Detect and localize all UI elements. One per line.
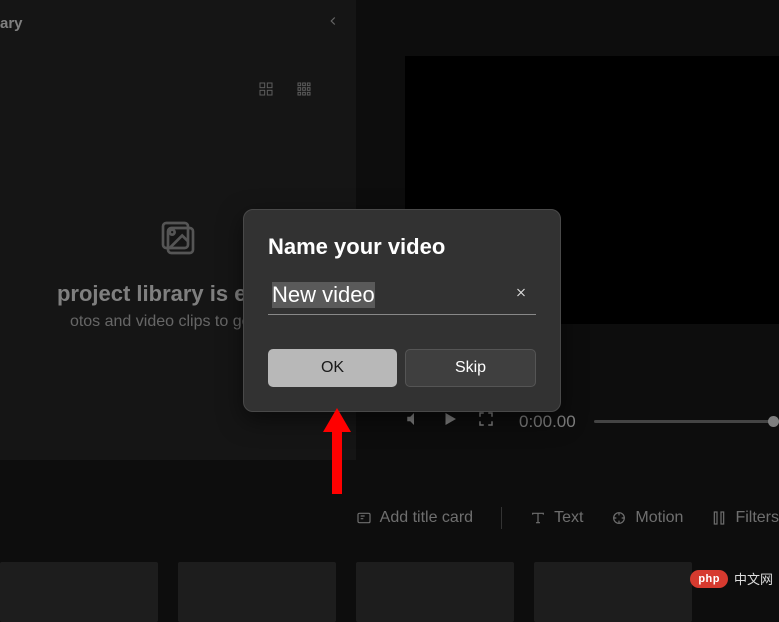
watermark: php 中文网 — [690, 569, 773, 588]
watermark-text: 中文网 — [734, 569, 773, 588]
name-video-dialog: Name your video OK Skip — [243, 209, 561, 412]
video-name-input[interactable] — [268, 276, 536, 314]
annotation-arrow — [321, 408, 353, 499]
skip-button[interactable]: Skip — [405, 349, 536, 387]
ok-button[interactable]: OK — [268, 349, 397, 387]
dialog-title: Name your video — [268, 234, 536, 260]
clear-input-icon[interactable] — [514, 286, 528, 305]
watermark-badge: php — [690, 570, 728, 588]
